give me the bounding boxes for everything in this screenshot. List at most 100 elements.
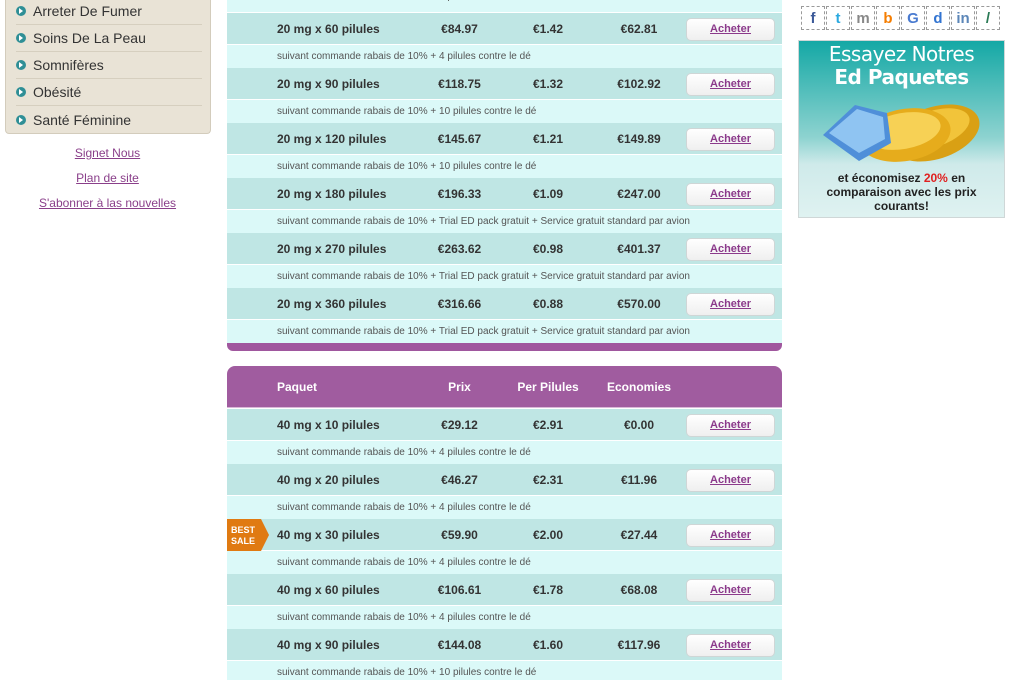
- table-row: 20 mg x 360 pilules €316.66 €0.88 €570.0…: [227, 288, 782, 343]
- column-header-per-pill: Per Pilules: [517, 380, 579, 394]
- arrow-bullet-icon: [16, 33, 26, 43]
- subscribe-newsletter-link[interactable]: S'abonner à las nouvelles: [0, 196, 215, 210]
- bookmark-share-icon[interactable]: /: [976, 6, 1000, 30]
- package-name: 20 mg x 360 pilules: [277, 297, 387, 311]
- banner-title-line-2: Ed Paquetes: [834, 65, 969, 89]
- package-name: 40 mg x 20 pilules: [277, 473, 380, 487]
- myspace-icon[interactable]: m: [851, 6, 875, 30]
- row-note: suivant commande rabais de 10% + 10 pilu…: [277, 106, 537, 117]
- category-item-obesite[interactable]: Obésité: [16, 79, 202, 106]
- table-row: 20 mg x 90 pilules €118.75 €1.32 €102.92…: [227, 68, 782, 123]
- table-row: 20 mg x 120 pilules €145.67 €1.21 €149.8…: [227, 123, 782, 178]
- package-price: €106.61: [437, 583, 482, 597]
- arrow-bullet-icon: [16, 114, 26, 125]
- package-name: 20 mg x 120 pilules: [277, 132, 387, 146]
- price-per-pill: €2.31: [532, 473, 564, 487]
- package-price: €316.66: [437, 297, 482, 311]
- buy-button[interactable]: Acheter: [686, 18, 775, 41]
- row-note: suivant commande rabais de 10% + Trial E…: [277, 271, 690, 282]
- price-per-pill: €1.21: [532, 132, 564, 146]
- category-item-sante-feminine[interactable]: Santé Féminine: [16, 106, 202, 133]
- google-icon[interactable]: G: [901, 6, 925, 30]
- category-item-soins-de-la-peau[interactable]: Soins De La Peau: [16, 25, 202, 52]
- savings: €27.44: [620, 528, 658, 542]
- facebook-icon[interactable]: f: [801, 6, 825, 30]
- buy-button[interactable]: Acheter: [686, 524, 775, 547]
- table-row: BEST SALE 40 mg x 30 pilules €59.90 €2.0…: [227, 519, 782, 574]
- category-item-arreter-de-fumer[interactable]: Arreter De Fumer: [16, 0, 202, 25]
- twitter-icon[interactable]: t: [826, 6, 850, 30]
- price-per-pill: €2.91: [532, 418, 564, 432]
- package-price: €263.62: [437, 242, 482, 256]
- package-name: 40 mg x 10 pilules: [277, 418, 380, 432]
- price-per-pill: €2.00: [532, 528, 564, 542]
- savings: €62.81: [620, 22, 658, 36]
- row-note: suivant commande rabais de 10% + 4 pilul…: [277, 447, 531, 458]
- row-note: suivant commande rabais de 10% + 10 pilu…: [277, 667, 537, 678]
- table-row: 20 mg x 270 pilules €263.62 €0.98 €401.3…: [227, 233, 782, 288]
- buy-button[interactable]: Acheter: [686, 238, 775, 261]
- column-header-savings: Economies: [606, 380, 672, 394]
- banner-title: Essayez Notres Ed Paquetes: [799, 43, 1004, 89]
- category-item-somniferes[interactable]: Somnifères: [16, 52, 202, 79]
- package-price: €84.97: [441, 22, 478, 36]
- pills-image: [823, 104, 980, 162]
- buy-button[interactable]: Acheter: [686, 634, 775, 657]
- buy-button[interactable]: Acheter: [686, 293, 775, 316]
- social-share-bar: f t m b G d in /: [801, 6, 1000, 30]
- price-per-pill: €1.78: [532, 583, 564, 597]
- category-label: Somnifères: [33, 57, 104, 73]
- column-header-price: Prix: [448, 380, 471, 394]
- buy-button[interactable]: Acheter: [686, 414, 775, 437]
- savings: €68.08: [620, 583, 658, 597]
- package-name: 20 mg x 180 pilules: [277, 187, 387, 201]
- price-per-pill: €0.98: [532, 242, 564, 256]
- table-row: 40 mg x 90 pilules €144.08 €1.60 €117.96…: [227, 629, 782, 680]
- table-row: 20 mg x 180 pilules €196.33 €1.09 €247.0…: [227, 178, 782, 233]
- buy-button[interactable]: Acheter: [686, 469, 775, 492]
- price-per-pill: €0.88: [532, 297, 564, 311]
- buy-button[interactable]: Acheter: [686, 73, 775, 96]
- arrow-bullet-icon: [16, 6, 26, 16]
- package-price: €29.12: [441, 418, 478, 432]
- bookmark-link[interactable]: Signet Nous: [0, 146, 215, 160]
- row-note: suivant commande rabais de 10% + 4 pilul…: [277, 502, 531, 513]
- savings: €570.00: [617, 297, 661, 311]
- row-note: suivant commande rabais de 10% + Trial E…: [277, 326, 690, 337]
- row-note: suivant commande rabais de 10% + 4 pilul…: [277, 51, 531, 62]
- savings: €247.00: [617, 187, 661, 201]
- blogger-icon[interactable]: b: [876, 6, 900, 30]
- price-per-pill: €1.32: [532, 77, 564, 91]
- savings: €11.96: [620, 473, 658, 487]
- price-per-pill: €1.09: [532, 187, 564, 201]
- linkedin-icon[interactable]: in: [951, 6, 975, 30]
- category-label: Santé Féminine: [33, 111, 132, 128]
- buy-button[interactable]: Acheter: [686, 183, 775, 206]
- package-name: 20 mg x 270 pilules: [277, 242, 387, 256]
- package-price: €196.33: [437, 187, 482, 201]
- table-row: 40 mg x 10 pilules €29.12 €2.91 €0.00 Ac…: [227, 409, 782, 464]
- table-row-partial: suivant commande rabais de 10% + 4 pilul…: [227, 0, 782, 12]
- badge-line-2: SALE: [231, 536, 255, 546]
- banner-savings-text: et économisez 20% en comparaison avec le…: [826, 171, 977, 213]
- buy-button[interactable]: Acheter: [686, 128, 775, 151]
- best-sale-badge: BEST SALE: [227, 519, 269, 551]
- category-label: Soins De La Peau: [33, 30, 146, 46]
- sitemap-link[interactable]: Plan de site: [0, 171, 215, 185]
- package-name: 40 mg x 90 pilules: [277, 638, 380, 652]
- ed-pack-banner[interactable]: Essayez Notres Ed Paquetes et économisez…: [798, 40, 1005, 218]
- package-price: €144.08: [437, 638, 482, 652]
- package-name: 20 mg x 90 pilules: [277, 77, 380, 91]
- column-header-package: Paquet: [277, 380, 318, 394]
- package-name: 20 mg x 60 pilules: [277, 22, 380, 36]
- package-name: 40 mg x 60 pilules: [277, 583, 380, 597]
- buy-button[interactable]: Acheter: [686, 579, 775, 602]
- arrow-bullet-icon: [16, 87, 26, 97]
- category-menu: Arreter De Fumer Soins De La Peau Somnif…: [5, 0, 211, 134]
- delicious-icon[interactable]: d: [926, 6, 950, 30]
- table-footer: [227, 343, 782, 351]
- savings: €0.00: [623, 418, 655, 432]
- table-row: 20 mg x 60 pilules €84.97 €1.42 €62.81 A…: [227, 13, 782, 68]
- package-price: €118.75: [438, 77, 481, 91]
- arrow-bullet-icon: [16, 60, 26, 70]
